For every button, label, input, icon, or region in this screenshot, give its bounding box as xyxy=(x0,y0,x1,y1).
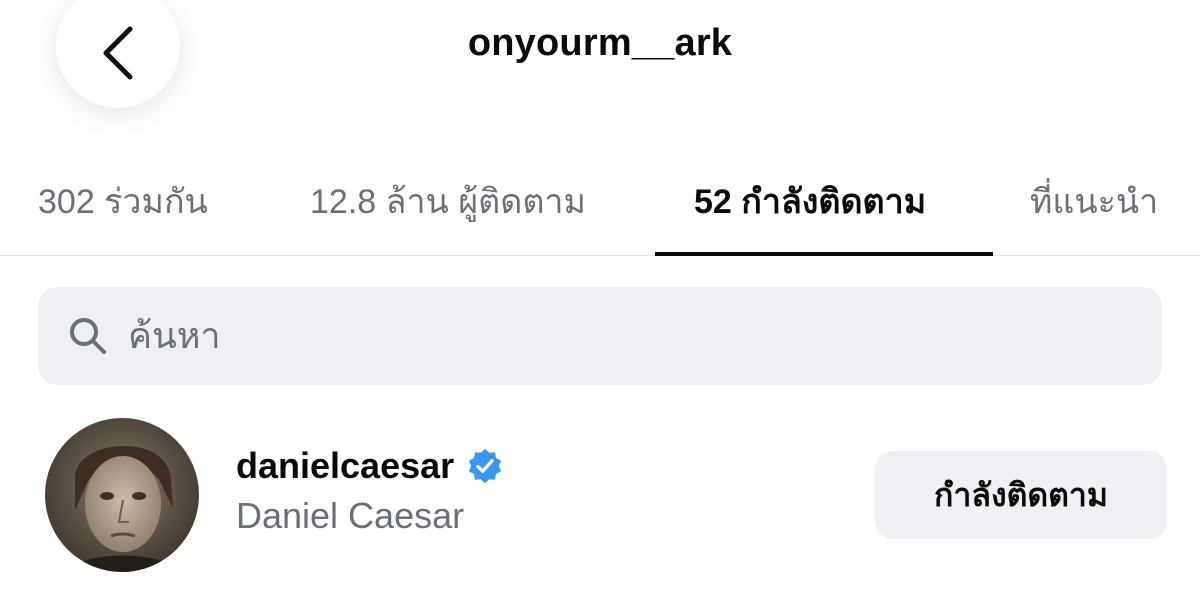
tab-bar: 302 ร่วมกัน 12.8 ล้าน ผู้ติดตาม 52 กำลัง… xyxy=(0,160,1200,256)
tab-followers[interactable]: 12.8 ล้าน ผู้ติดตาม xyxy=(310,174,586,228)
page-title: onyourm__ark xyxy=(467,22,733,64)
search-input[interactable] xyxy=(126,314,1030,358)
following-list-screen: onyourm__ark 302 ร่วมกัน 12.8 ล้าน ผู้ติ… xyxy=(0,0,1200,598)
verified-badge-icon xyxy=(466,447,504,485)
tab-mutual[interactable]: 302 ร่วมกัน xyxy=(38,174,208,228)
tab-following[interactable]: 52 กำลังติดตาม xyxy=(694,174,926,228)
user-full-name: Daniel Caesar xyxy=(236,495,465,536)
tab-suggested[interactable]: ที่แนะนำ xyxy=(1030,174,1158,228)
avatar[interactable] xyxy=(45,418,199,572)
search-icon xyxy=(68,316,108,356)
active-tab-indicator xyxy=(655,252,993,256)
username[interactable]: danielcaesar xyxy=(236,445,454,487)
user-info: danielcaesar Daniel Caesar xyxy=(236,445,504,537)
list-item[interactable]: danielcaesar Daniel Caesar กำลังติดตาม xyxy=(0,415,1200,575)
following-button[interactable]: กำลังติดตาม xyxy=(875,451,1167,539)
user-handle-row[interactable]: danielcaesar xyxy=(236,445,504,487)
search-bar[interactable] xyxy=(38,287,1162,385)
